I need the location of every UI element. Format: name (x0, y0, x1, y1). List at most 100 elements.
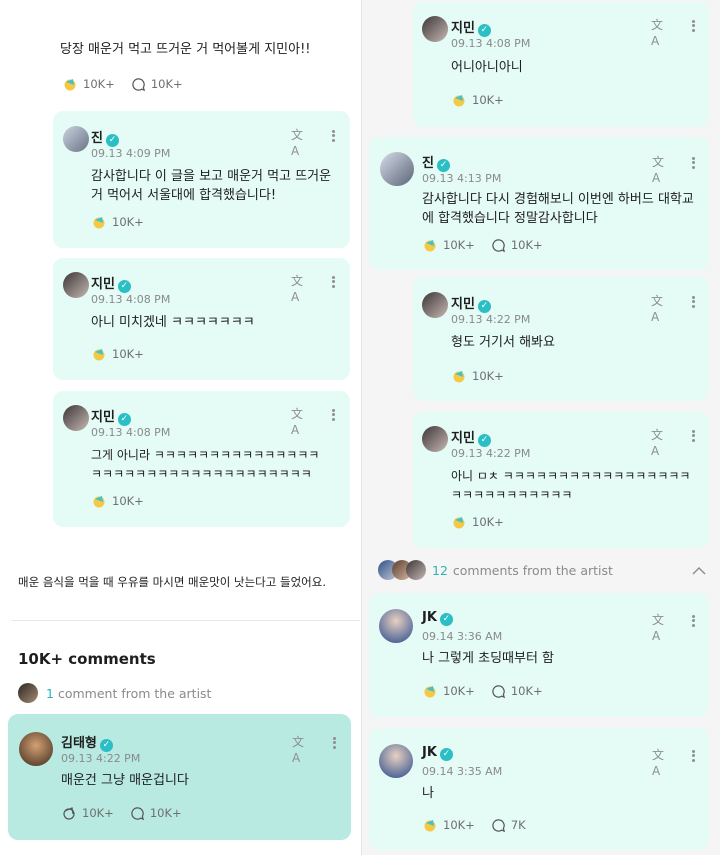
author-name[interactable]: 지민 ✓ (451, 427, 491, 447)
like-icon[interactable] (422, 683, 438, 699)
avatar[interactable] (422, 426, 448, 452)
avatar[interactable] (422, 292, 448, 318)
comment-icon[interactable] (491, 818, 506, 833)
like-count: 10K+ (443, 238, 475, 252)
like-outline-icon[interactable] (61, 805, 77, 821)
avatar[interactable] (379, 609, 413, 643)
reply-actions: 10K+ (451, 514, 504, 530)
comment-text: 감사합니다 다시 경험해보니 이번엔 하버드 대학교에 합격했습니다 정말감사합… (422, 192, 694, 226)
translate-icon[interactable]: 文A (292, 734, 312, 765)
verified-icon: ✓ (439, 748, 453, 761)
reply-actions: 10K+ (91, 493, 144, 509)
like-icon[interactable] (451, 92, 467, 108)
reply-card[interactable]: 지민 ✓ 09.13 4:08 PM 文A 그게 아니라 ㅋㅋㅋㅋㅋㅋㅋㅋㅋㅋㅋㅋ… (53, 391, 350, 527)
comment-count: 7K (510, 818, 526, 832)
author-name[interactable]: JK ✓ (422, 610, 453, 626)
artist-comments-toggle[interactable]: 12 comments from the artist (378, 560, 708, 580)
translate-icon[interactable]: 文A (652, 154, 672, 185)
artist-comment-card[interactable]: 진 ✓ 09.13 4:13 PM 文A 감사합니다 다시 경험해보니 이번엔 하… (369, 137, 709, 270)
artist-comment-count: 12 (432, 562, 448, 578)
more-options-icon[interactable] (330, 274, 336, 290)
reply-actions: 10K+ (451, 92, 504, 108)
reply-card[interactable]: 진 ✓ 09.13 4:09 PM 文A 감사합니다 이 글을 보고 매운거 먹고… (53, 111, 350, 248)
author-name[interactable]: 지민 ✓ (451, 293, 491, 313)
like-icon[interactable] (91, 493, 107, 509)
comment-text: 감사합니다 이 글을 보고 매운거 먹고 뜨거운거 먹어서 서울대에 합격했습니… (91, 169, 332, 203)
left-panel: 당장 매운거 먹고 뜨거운 거 먹어볼게 지민아!! 10K+ 10K+ 진 ✓ … (0, 0, 362, 855)
like-count: 10K+ (83, 77, 115, 91)
comment-text: 나 그렇게 초딩때부터 함 (422, 651, 554, 666)
timestamp: 09.13 4:09 PM (91, 147, 171, 160)
translate-icon[interactable]: 文A (651, 17, 671, 48)
chevron-up-icon[interactable] (692, 563, 706, 578)
post-actions: 10K+ 10K+ (62, 76, 183, 92)
avatar[interactable] (63, 126, 89, 152)
like-icon[interactable] (91, 214, 107, 230)
reply-card[interactable]: 지민 ✓ 09.13 4:08 PM 文A 아니 미치겠네 ㅋㅋㅋㅋㅋㅋㅋ 10K… (53, 258, 350, 380)
artist-comment-card[interactable]: JK ✓ 09.14 3:36 AM 文A 나 그렇게 초딩때부터 함 10K+ … (369, 593, 709, 717)
reply-actions: 10K+ (91, 214, 144, 230)
comment-text: 어니아니아니 (451, 60, 523, 75)
more-options-icon[interactable] (690, 428, 696, 444)
verified-icon: ✓ (436, 159, 450, 172)
more-options-icon[interactable] (690, 294, 696, 310)
translate-icon[interactable]: 文A (291, 273, 311, 304)
comment-text: 나 (422, 786, 434, 801)
like-icon[interactable] (451, 514, 467, 530)
author-name[interactable]: 지민 ✓ (451, 17, 491, 37)
reply-card[interactable]: 지민 ✓ 09.13 4:08 PM 文A 어니아니아니 10K+ (413, 2, 709, 127)
comment-icon[interactable] (491, 238, 506, 253)
author-name[interactable]: 김태형 ✓ (61, 732, 113, 752)
like-icon[interactable] (422, 237, 438, 253)
more-options-icon[interactable] (331, 735, 337, 751)
author-name[interactable]: 진 ✓ (91, 127, 119, 147)
like-icon[interactable] (422, 817, 438, 833)
like-count: 10K+ (112, 494, 144, 508)
divider (12, 620, 360, 621)
avatar[interactable] (380, 152, 414, 186)
artist-comment-label: comment from the artist (57, 685, 212, 701)
timestamp: 09.13 4:08 PM (91, 426, 171, 439)
comment-count: 10K+ (510, 684, 543, 698)
translate-icon[interactable]: 文A (291, 127, 311, 158)
translate-icon[interactable]: 文A (651, 427, 671, 458)
like-icon[interactable] (62, 76, 78, 92)
artist-comment-card[interactable]: 김태형 ✓ 09.13 4:22 PM 文A 매운건 그냥 매운겁니다 10K+ … (8, 714, 351, 840)
author-name[interactable]: 지민 ✓ (91, 406, 131, 426)
artist-comment-card[interactable]: JK ✓ 09.14 3:35 AM 文A 나 10K+ 7K (369, 728, 709, 850)
avatar[interactable] (63, 272, 89, 298)
reply-card[interactable]: 지민 ✓ 09.13 4:22 PM 文A 아니 ㅁㅊ ㅋㅋㅋㅋㅋㅋㅋㅋㅋㅋㅋㅋㅋ… (413, 412, 709, 548)
more-options-icon[interactable] (690, 748, 696, 764)
more-options-icon[interactable] (690, 155, 696, 171)
translate-icon[interactable]: 文A (651, 293, 671, 324)
translate-icon[interactable]: 文A (291, 406, 311, 437)
comment-icon[interactable] (491, 684, 506, 699)
comment-text: 매운건 그냥 매운겁니다 (61, 773, 189, 788)
avatar[interactable] (19, 732, 53, 766)
translate-icon[interactable]: 文A (652, 612, 672, 643)
verified-icon: ✓ (477, 434, 491, 447)
reply-card[interactable]: 지민 ✓ 09.13 4:22 PM 文A 형도 거기서 해봐요 10K+ (413, 277, 709, 401)
avatar[interactable] (422, 16, 448, 42)
author-name[interactable]: JK ✓ (422, 745, 453, 761)
artist-comment-label: comments from the artist (452, 562, 613, 578)
like-icon[interactable] (91, 346, 107, 362)
author-name[interactable]: 지민 ✓ (91, 273, 131, 293)
more-options-icon[interactable] (690, 18, 696, 34)
reply-actions: 10K+ (91, 346, 144, 362)
avatar (18, 683, 38, 703)
translate-icon[interactable]: 文A (652, 747, 672, 778)
avatar[interactable] (379, 744, 413, 778)
artist-comments-toggle[interactable]: 1 comment from the artist (18, 683, 211, 703)
like-icon[interactable] (451, 368, 467, 384)
comment-count: 10K+ (149, 806, 182, 820)
comment-icon[interactable] (130, 806, 145, 821)
comment-icon[interactable] (131, 77, 146, 92)
more-options-icon[interactable] (330, 407, 336, 423)
avatar[interactable] (63, 405, 89, 431)
more-options-icon[interactable] (330, 128, 336, 144)
verified-icon: ✓ (477, 300, 491, 313)
author-name[interactable]: 진 ✓ (422, 152, 450, 172)
like-count: 10K+ (472, 515, 504, 529)
more-options-icon[interactable] (690, 613, 696, 629)
